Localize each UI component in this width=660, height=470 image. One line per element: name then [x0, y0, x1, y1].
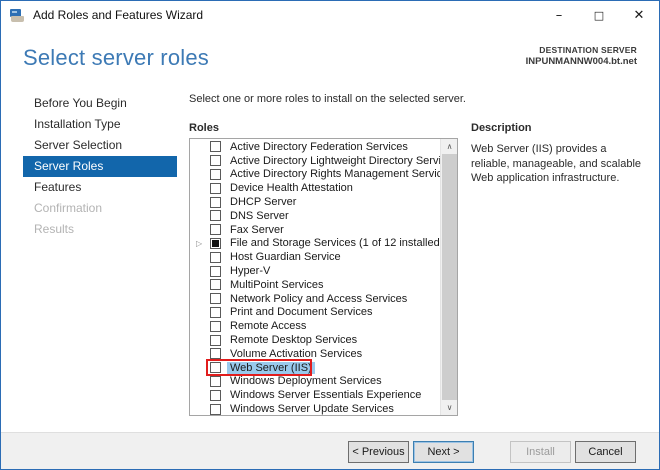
- destination-server-name: INPUNMANNW004.bt.net: [525, 56, 637, 67]
- role-checkbox[interactable]: [210, 237, 221, 249]
- role-label: Windows Server Update Services: [230, 403, 394, 416]
- expander-icon[interactable]: ▷: [196, 238, 202, 249]
- role-checkbox[interactable]: [210, 320, 221, 332]
- role-row[interactable]: Remote Desktop Services: [190, 333, 440, 347]
- role-checkbox[interactable]: [210, 334, 221, 346]
- description-label: Description: [471, 122, 532, 134]
- previous-button[interactable]: < Previous: [348, 441, 409, 463]
- role-row[interactable]: Remote Access: [190, 319, 440, 333]
- role-row[interactable]: Device Health Attestation: [190, 181, 440, 195]
- scroll-up-icon[interactable]: ∧: [441, 139, 457, 154]
- sidebar-item-results: Results: [34, 222, 75, 236]
- role-row[interactable]: Active Directory Rights Management Servi…: [190, 168, 454, 182]
- role-label: Network Policy and Access Services: [230, 292, 408, 305]
- role-label: Host Guardian Service: [230, 251, 341, 264]
- install-button: Install: [510, 441, 571, 463]
- role-label: Fax Server: [230, 223, 284, 236]
- role-checkbox[interactable]: [210, 155, 221, 167]
- role-label: DNS Server: [230, 209, 289, 222]
- role-label: Remote Access: [230, 320, 307, 333]
- role-label: Device Health Attestation: [230, 182, 353, 195]
- role-checkbox[interactable]: [210, 182, 221, 194]
- role-label: DHCP Server: [230, 196, 297, 209]
- window-controls: – □ ✕: [539, 1, 659, 29]
- role-checkbox[interactable]: [210, 224, 221, 236]
- role-label: Print and Document Services: [230, 306, 373, 319]
- role-checkbox[interactable]: [210, 168, 221, 180]
- destination-server-label: DESTINATION SERVER: [539, 45, 637, 55]
- wizard-steps-sidebar: Before You Begin Installation Type Server …: [23, 93, 177, 240]
- role-row[interactable]: Print and Document Services: [190, 306, 440, 320]
- role-label: Active Directory Federation Services: [230, 140, 408, 153]
- window-title: Add Roles and Features Wizard: [33, 8, 204, 22]
- role-label: Web Server (IIS): [227, 361, 315, 374]
- role-checkbox[interactable]: [210, 210, 221, 222]
- role-checkbox[interactable]: [210, 389, 221, 401]
- role-label: Active Directory Lightweight Directory S…: [230, 154, 458, 167]
- role-checkbox[interactable]: [210, 306, 221, 318]
- footer-bar: < Previous Next > Install Cancel: [1, 432, 659, 469]
- sidebar-item-features[interactable]: Features: [23, 177, 177, 198]
- scroll-down-icon[interactable]: ∨: [441, 400, 457, 415]
- maximize-icon[interactable]: □: [579, 1, 619, 29]
- next-button[interactable]: Next >: [413, 441, 474, 463]
- role-checkbox[interactable]: [210, 279, 221, 291]
- role-label: Windows Deployment Services: [230, 375, 382, 388]
- role-checkbox[interactable]: [210, 251, 221, 263]
- scrollbar-thumb[interactable]: [442, 154, 457, 400]
- role-label: Remote Desktop Services: [230, 334, 358, 347]
- role-checkbox[interactable]: [210, 196, 221, 208]
- role-checkbox[interactable]: [210, 403, 221, 415]
- roles-list: Active Directory Federation Services Acti…: [190, 140, 457, 416]
- role-row[interactable]: Hyper-V: [190, 264, 440, 278]
- titlebar: Add Roles and Features Wizard – □ ✕: [1, 1, 659, 29]
- close-icon[interactable]: ✕: [619, 1, 659, 29]
- role-row[interactable]: Active Directory Federation Services: [190, 140, 440, 154]
- wizard-window: Add Roles and Features Wizard – □ ✕ Sele…: [0, 0, 660, 470]
- role-row[interactable]: Windows Server Essentials Experience: [190, 388, 440, 402]
- destination-server-block: DESTINATION SERVER INPUNMANNW004.bt.net: [526, 45, 637, 67]
- role-label: Active Directory Rights Management Servi…: [230, 168, 454, 181]
- role-checkbox[interactable]: [210, 141, 221, 153]
- sidebar-item-server-roles[interactable]: Server Roles: [23, 156, 177, 177]
- role-row[interactable]: Web Server (IIS): [190, 359, 440, 376]
- sidebar-item-server-selection[interactable]: Server Selection: [23, 135, 177, 156]
- role-checkbox[interactable]: [210, 362, 221, 374]
- role-checkbox[interactable]: [210, 375, 221, 387]
- role-row[interactable]: Fax Server: [190, 223, 440, 237]
- instruction-text: Select one or more roles to install on t…: [189, 93, 466, 105]
- role-row[interactable]: Volume Activation Services: [190, 347, 440, 361]
- cancel-button[interactable]: Cancel: [575, 441, 636, 463]
- role-row[interactable]: Host Guardian Service: [190, 250, 440, 264]
- role-row[interactable]: Windows Server Update Services: [190, 402, 440, 416]
- role-row[interactable]: DNS Server: [190, 209, 440, 223]
- role-checkbox[interactable]: [210, 293, 221, 305]
- role-row[interactable]: Network Policy and Access Services: [190, 292, 440, 306]
- role-checkbox[interactable]: [210, 348, 221, 360]
- role-label: MultiPoint Services: [230, 278, 324, 291]
- minimize-icon[interactable]: –: [539, 1, 579, 29]
- role-checkbox[interactable]: [210, 265, 221, 277]
- role-row[interactable]: Windows Deployment Services: [190, 375, 440, 389]
- role-label: Windows Server Essentials Experience: [230, 389, 422, 402]
- role-label: File and Storage Services (1 of 12 insta…: [230, 237, 444, 250]
- role-label: Volume Activation Services: [230, 347, 363, 360]
- role-row[interactable]: ▷ File and Storage Services (1 of 12 inst…: [190, 237, 443, 251]
- page-title: Select server roles: [23, 45, 209, 70]
- sidebar-item-confirmation: Confirmation: [34, 201, 103, 215]
- roles-list-label: Roles: [189, 122, 219, 134]
- description-text: Web Server (IIS) provides a reliable, ma…: [471, 143, 642, 184]
- role-label: Hyper-V: [230, 265, 271, 278]
- sidebar-item-installation-type[interactable]: Installation Type: [23, 114, 177, 135]
- role-row[interactable]: MultiPoint Services: [190, 278, 440, 292]
- roles-listbox: Active Directory Federation Services Acti…: [189, 138, 458, 416]
- sidebar-item-before-you-begin[interactable]: Before You Begin: [23, 93, 177, 114]
- role-row[interactable]: Active Directory Lightweight Directory S…: [190, 154, 457, 168]
- role-row[interactable]: DHCP Server: [190, 195, 440, 209]
- server-manager-icon: [10, 8, 25, 22]
- vertical-scrollbar[interactable]: ∧ ∨: [440, 139, 457, 415]
